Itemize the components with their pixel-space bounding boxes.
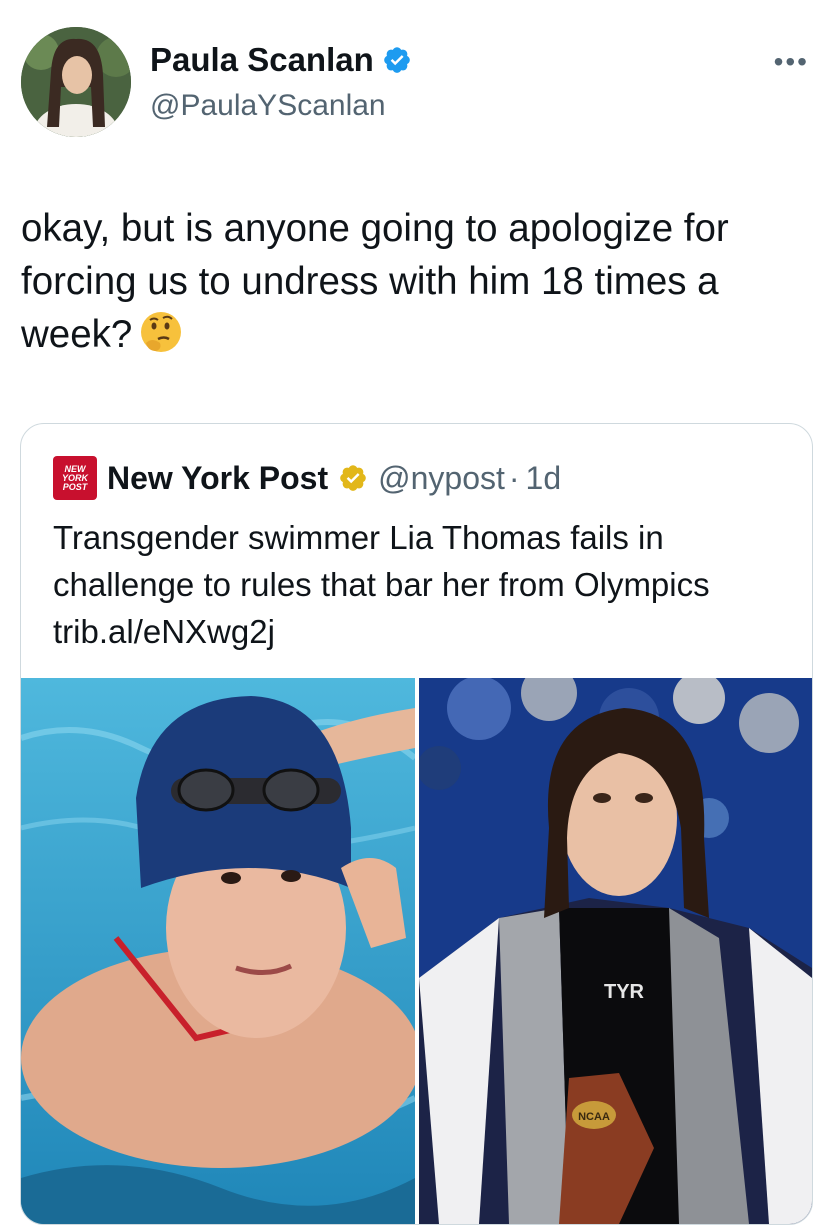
author-display-name[interactable]: Paula Scanlan: [150, 40, 374, 80]
avatar-image: [21, 27, 131, 137]
podium-photo: TYR NCAA: [417, 665, 812, 1224]
author-name-row[interactable]: Paula Scanlan: [150, 40, 412, 80]
quoted-display-name[interactable]: New York Post: [107, 458, 328, 498]
media-image-swimmer-pool[interactable]: [21, 678, 421, 1224]
tweet-body: okay, but is anyone going to apologize f…: [21, 207, 729, 356]
thinking-face-icon: [138, 309, 184, 369]
new-york-post-logo[interactable]: NEW YORK POST: [53, 456, 97, 500]
trophy-label: NCAA: [578, 1111, 610, 1123]
quoted-tweet-card[interactable]: NEW YORK POST New York Post @nypost · 1d T…: [20, 423, 813, 1225]
avatar[interactable]: [21, 27, 131, 137]
media-image-swimmer-trophy[interactable]: TYR NCAA: [417, 665, 812, 1224]
pool-photo: [21, 678, 421, 1224]
quoted-handle[interactable]: @nypost: [378, 458, 505, 498]
author-handle[interactable]: @PaulaYScanlan: [150, 86, 386, 126]
more-options-button[interactable]: •••: [774, 46, 809, 78]
tweet-text: okay, but is anyone going to apologize f…: [21, 202, 811, 369]
verified-org-badge-icon: [340, 465, 366, 491]
quoted-tweet-text: Transgender swimmer Lia Thomas fails in …: [53, 519, 710, 650]
quoted-separator: ·: [508, 460, 520, 496]
quoted-tweet-header: NEW YORK POST New York Post @nypost · 1d: [53, 456, 562, 500]
quoted-timestamp[interactable]: 1d: [526, 458, 562, 498]
suit-brand-label: TYR: [604, 981, 645, 1003]
verified-badge-icon: [383, 47, 410, 73]
